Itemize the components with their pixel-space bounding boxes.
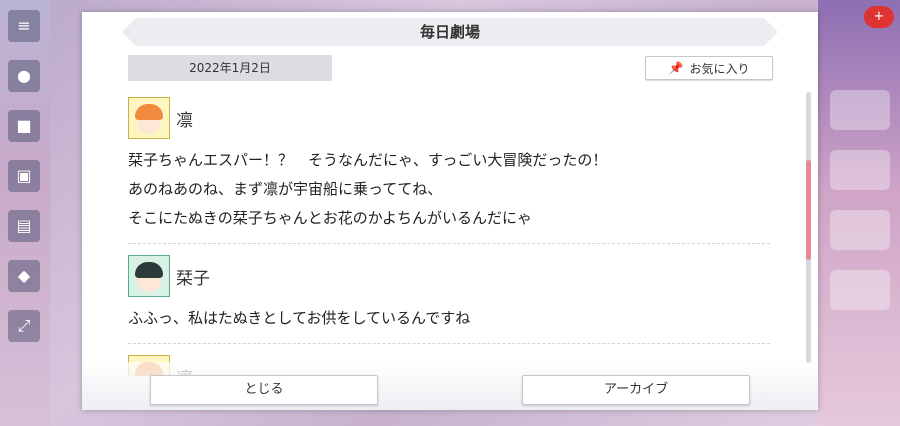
add-badge: +	[864, 6, 894, 28]
shioriko-avatar-icon	[128, 255, 170, 297]
gift-icon: ▣	[8, 160, 40, 192]
background-tile	[830, 90, 890, 130]
background-tile	[830, 270, 890, 310]
dialogue-line: そこにたぬきの栞子ちゃんとお花のかよちんがいるんだにゃ	[128, 209, 532, 227]
speaker-row: 凛	[128, 96, 770, 140]
rin-avatar-icon	[128, 97, 170, 139]
dialogue-line: 栞子ちゃんエスパー！？ そうなんだにゃ、すっごい大冒険だったの！	[128, 151, 608, 169]
conversation-entry: 凛 栞子ちゃんエスパー！？ そうなんだにゃ、すっごい大冒険だったの！ あのねあの…	[128, 96, 770, 244]
archive-button[interactable]: アーカイブ	[522, 375, 750, 405]
speaker-name: 凛	[176, 110, 193, 131]
dialog-title: 毎日劇場	[122, 18, 778, 46]
expand-icon: ⤢	[8, 310, 40, 342]
menu-icon: ≡	[8, 10, 40, 42]
pin-icon: 📌	[668, 61, 684, 75]
daily-theater-dialog: 毎日劇場 2022年1月2日 📌 お気に入り 凛 栞子ちゃんエスパー！？ そうな…	[82, 12, 818, 410]
speaker-row: 栞子	[128, 254, 770, 298]
present-icon: ■	[8, 110, 40, 142]
scrollbar-thumb[interactable]	[806, 160, 811, 260]
item-icon: ◆	[8, 260, 40, 292]
dialogue-line: あのねあのね、まず凛が宇宙船に乗っててね、	[128, 180, 443, 198]
background-tile	[830, 150, 890, 190]
scrollbar[interactable]	[806, 92, 811, 364]
favorite-label: お気に入り	[689, 61, 750, 76]
date-label: 2022年1月2日	[128, 55, 332, 81]
speaker-name: 栞子	[176, 268, 210, 289]
background-tile	[830, 210, 890, 250]
dialogue-line: ふふっ、私はたぬきとしてお供をしているんですね	[128, 309, 471, 327]
chat-icon: ●	[8, 60, 40, 92]
favorite-button[interactable]: 📌 お気に入り	[645, 56, 773, 80]
conversation-entry: 栞子 ふふっ、私はたぬきとしてお供をしているんですね	[128, 254, 770, 344]
conversation-scroll-area[interactable]: 凛 栞子ちゃんエスパー！？ そうなんだにゃ、すっごい大冒険だったの！ あのねあの…	[128, 96, 770, 376]
card-icon: ▤	[8, 210, 40, 242]
background-left-menu: ≡ ● ■ ▣ ▤ ◆ ⤢	[0, 0, 50, 426]
close-button[interactable]: とじる	[150, 375, 378, 405]
background-right-menu: +	[818, 0, 900, 426]
